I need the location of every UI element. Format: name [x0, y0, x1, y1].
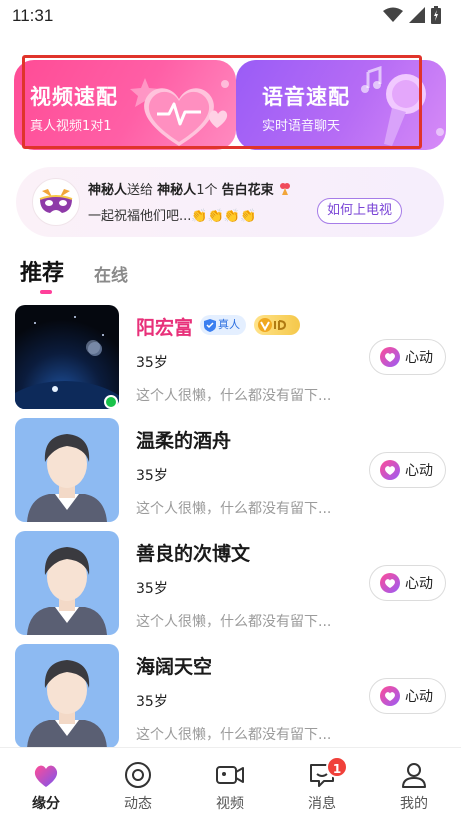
gift-count: 1个 — [196, 183, 218, 198]
tab-active-indicator — [40, 290, 52, 294]
like-button[interactable]: 心动 — [369, 339, 446, 375]
avatar[interactable] — [15, 531, 119, 635]
voice-match-title: 语音速配 — [262, 85, 350, 109]
nav-item-messages[interactable]: 1 消息 — [276, 748, 368, 820]
avatar[interactable] — [15, 418, 119, 522]
bottom-navigation: 缘分 动态 视频 1 消息 我的 — [0, 747, 461, 820]
gift-name: 告白花束 — [221, 183, 274, 198]
nav-label: 视频 — [216, 796, 244, 812]
gift-sent-to: 送给 — [127, 183, 154, 198]
list-item[interactable]: 温柔的酒舟 35岁 这个人很懒，什么都没有留下... 心动 — [0, 418, 461, 524]
shield-check-icon — [204, 318, 216, 332]
mask-avatar — [32, 178, 80, 226]
nav-item-moments[interactable]: 动态 — [92, 748, 184, 820]
real-person-badge: 真人 — [200, 315, 246, 335]
voice-match-card[interactable]: 语音速配 实时语音聊天 — [236, 60, 446, 150]
status-time: 11:31 — [12, 6, 54, 25]
quick-match-section: 视频速配 真人视频1对1 语音速配 实时语音聊天 — [14, 60, 446, 152]
like-button-label: 心动 — [405, 350, 433, 366]
user-age: 35岁 — [136, 468, 168, 484]
mask-icon — [39, 189, 73, 213]
video-match-title: 视频速配 — [30, 85, 118, 109]
person-icon — [402, 763, 426, 788]
nav-item-fate[interactable]: 缘分 — [0, 748, 92, 820]
like-button[interactable]: 心动 — [369, 565, 446, 601]
battery-icon — [431, 6, 441, 24]
user-age: 35岁 — [136, 581, 168, 597]
default-male-avatar — [27, 434, 107, 522]
nav-item-me[interactable]: 我的 — [368, 748, 460, 820]
how-to-get-on-tv-button[interactable]: 如何上电视 — [317, 198, 403, 224]
gift-broadcast-banner[interactable]: 神秘人送给 神秘人1个 告白花束 一起祝福他们吧...👏👏👏👏 如何上电视 — [16, 167, 444, 237]
tab-online[interactable]: 在线 — [94, 261, 128, 286]
like-button-label: 心动 — [405, 689, 433, 705]
user-bio: 这个人很懒，什么都没有留下... — [136, 388, 332, 404]
gift-message: 一起祝福他们吧...👏👏👏👏 — [88, 209, 257, 224]
gift-text: 神秘人送给 神秘人1个 告白花束 — [88, 179, 292, 198]
like-button-label: 心动 — [405, 463, 433, 479]
signal-icon — [409, 7, 425, 23]
voice-match-subtitle: 实时语音聊天 — [262, 119, 341, 134]
video-camera-icon — [216, 766, 244, 784]
bouquet-icon — [279, 183, 290, 195]
list-item[interactable]: 海阔天空 35岁 这个人很懒，什么都没有留下... 心动 — [0, 644, 461, 750]
heart-chat-icon — [380, 347, 400, 367]
status-icons — [383, 6, 441, 24]
user-bio: 这个人很懒，什么都没有留下... — [136, 727, 332, 743]
user-name: 善良的次博文 — [136, 543, 251, 565]
vip-crown-icon — [258, 318, 287, 332]
user-name: 温柔的酒舟 — [136, 430, 232, 452]
space-photo — [15, 316, 119, 409]
default-male-avatar — [27, 660, 107, 748]
heart-chat-icon — [380, 686, 400, 706]
unread-badge: 1 — [326, 756, 348, 778]
heart-chat-icon — [380, 460, 400, 480]
like-button-label: 心动 — [405, 576, 433, 592]
like-button[interactable]: 心动 — [369, 678, 446, 714]
nav-label: 消息 — [308, 796, 336, 812]
heart-pulse-icon — [130, 78, 229, 146]
nav-label: 缘分 — [32, 796, 60, 812]
user-age: 35岁 — [136, 694, 168, 710]
user-bio: 这个人很懒，什么都没有留下... — [136, 614, 332, 630]
like-button[interactable]: 心动 — [369, 452, 446, 488]
online-status-dot — [104, 395, 118, 409]
list-item[interactable]: 善良的次博文 35岁 这个人很懒，什么都没有留下... 心动 — [0, 531, 461, 637]
microphone-icon — [361, 66, 444, 146]
user-name: 阳宏富 — [136, 317, 194, 339]
wifi-icon — [383, 7, 403, 22]
user-age: 35岁 — [136, 355, 168, 371]
avatar[interactable] — [15, 644, 119, 748]
user-bio: 这个人很懒，什么都没有留下... — [136, 501, 332, 517]
heart-icon — [34, 765, 58, 787]
heart-chat-icon — [380, 573, 400, 593]
gift-receiver: 神秘人 — [157, 183, 197, 198]
video-match-subtitle: 真人视频1对1 — [30, 119, 112, 134]
status-bar: 11:31 — [0, 0, 461, 34]
nav-label: 我的 — [400, 796, 428, 812]
tab-recommend[interactable]: 推荐 — [20, 255, 64, 287]
user-name: 海阔天空 — [136, 656, 213, 678]
vip-badge — [254, 315, 300, 335]
real-badge-label: 真人 — [218, 318, 240, 331]
nav-item-video[interactable]: 视频 — [184, 748, 276, 820]
default-male-avatar — [27, 547, 107, 635]
target-icon — [125, 762, 151, 788]
video-match-card[interactable]: 视频速配 真人视频1对1 — [14, 60, 236, 150]
avatar[interactable] — [15, 305, 119, 409]
list-item[interactable]: 阳宏富 真人 35岁 这个人很懒，什么都没有留下... 心动 — [0, 305, 461, 411]
gift-sender: 神秘人 — [88, 183, 128, 198]
nav-label: 动态 — [124, 796, 152, 812]
